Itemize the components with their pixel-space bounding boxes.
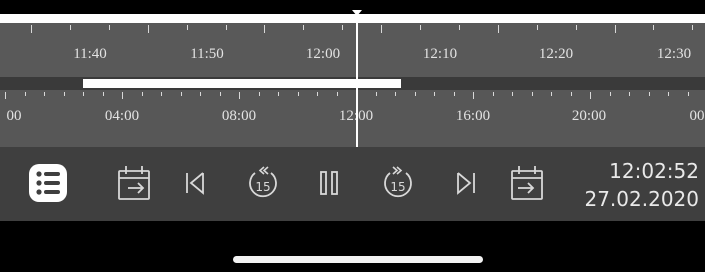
timeline-tick — [225, 25, 227, 30]
timeline-overview-label: 16:00 — [455, 108, 491, 124]
timeline-tick — [609, 92, 611, 96]
timeline-tick — [44, 92, 45, 96]
timeline-tick — [264, 25, 266, 33]
timeline-tick — [458, 25, 460, 30]
pause-button[interactable] — [312, 160, 346, 206]
timeline-tick — [692, 25, 694, 30]
select-end-date-button[interactable] — [505, 160, 549, 206]
timeline-overview-label: 00 — [689, 108, 705, 124]
timeline-tick — [108, 25, 110, 30]
rewind-15-icon: 15 — [245, 164, 281, 202]
forward-15-label: 15 — [390, 180, 405, 194]
playhead-marker[interactable] — [352, 10, 362, 16]
timeline-overview-label: 08:00 — [221, 108, 257, 124]
list-icon — [28, 163, 68, 203]
timeline-tick — [258, 92, 260, 96]
timeline-tick — [381, 25, 383, 33]
timeline-tick — [473, 92, 474, 99]
timeline-tick — [303, 25, 305, 30]
timeline-tick — [186, 25, 188, 30]
timeline-tick — [614, 25, 616, 33]
timeline-tick — [200, 92, 201, 96]
timeline-tick — [69, 25, 71, 30]
calendar-arrow-in-icon — [115, 163, 153, 203]
timeline-tick — [278, 92, 279, 96]
timeline-tick — [5, 92, 6, 99]
current-datetime: 12:02:52 27.02.2020 — [569, 157, 699, 213]
timeline-tick — [570, 92, 572, 96]
timeline-tick — [497, 25, 499, 33]
pause-icon — [317, 169, 341, 197]
timeline-detail-label: 11:40 — [73, 46, 107, 62]
timeline-tick — [453, 92, 455, 96]
timeline-tick — [342, 25, 344, 30]
home-indicator[interactable] — [233, 256, 483, 263]
skip-next-icon — [453, 169, 479, 197]
select-start-date-button[interactable] — [112, 160, 156, 206]
rewind-15-button[interactable]: 15 — [243, 160, 283, 206]
skip-previous-button[interactable] — [178, 160, 212, 206]
timeline-tick — [414, 92, 416, 96]
home-area — [0, 221, 705, 272]
timeline-tick — [420, 25, 421, 30]
timeline-overview-track[interactable]: 00 04:00 08:00 12:00 16:00 20:00 00 — [0, 90, 705, 147]
timeline-tick — [336, 92, 338, 96]
timeline-tick — [512, 92, 513, 96]
timeline-tick — [83, 92, 84, 96]
skip-previous-icon — [182, 169, 208, 197]
timeline-tick — [180, 92, 182, 96]
timeline-tick — [102, 92, 104, 96]
timeline-overview-label: 04:00 — [104, 108, 140, 124]
timeline-tick — [492, 92, 494, 96]
playhead[interactable] — [356, 14, 358, 148]
timeline-tick — [395, 92, 396, 96]
rewind-15-label: 15 — [255, 180, 270, 194]
timeline-tick — [648, 92, 650, 96]
timeline-tick — [434, 92, 435, 96]
timeline-tick — [668, 92, 669, 96]
timeline-detail-track[interactable]: 11:40 11:50 12:00 12:10 12:20 12:30 — [0, 23, 705, 77]
timeline-tick — [575, 25, 577, 30]
timeline-tick — [536, 25, 538, 30]
timeline-tick — [24, 92, 26, 96]
skip-next-button[interactable] — [449, 160, 483, 206]
timeline-tick — [63, 92, 65, 96]
timeline-overview-label: 00 — [6, 108, 22, 124]
timeline-tick — [122, 92, 123, 99]
forward-15-button[interactable]: 15 — [378, 160, 418, 206]
timeline-tick — [629, 92, 630, 96]
current-date: 27.02.2020 — [584, 187, 699, 211]
timeline-tick — [653, 25, 655, 30]
forward-15-icon: 15 — [380, 164, 416, 202]
timeline-tick — [297, 92, 299, 96]
timeline-detail-label: 12:30 — [656, 46, 692, 62]
timeline-tick — [147, 25, 149, 33]
calendar-arrow-out-icon — [508, 163, 546, 203]
timeline-overview-label: 20:00 — [571, 108, 607, 124]
timeline-tick — [317, 92, 318, 96]
timeline-tick — [141, 92, 143, 96]
timeline-tick — [687, 92, 689, 96]
timeline-detail-label: 12:10 — [422, 46, 458, 62]
timeline-tick — [551, 92, 552, 96]
timeline-detail-label: 11:50 — [190, 46, 224, 62]
timeline-tick — [239, 92, 240, 99]
current-time: 12:02:52 — [609, 159, 699, 183]
timeline-detail-label: 12:20 — [538, 46, 574, 62]
timeline-tick — [31, 25, 32, 33]
selected-range-bar[interactable] — [83, 79, 401, 88]
timeline-tick — [219, 92, 221, 96]
timeline-tick — [375, 92, 377, 96]
timeline-detail-label: 12:00 — [305, 46, 341, 62]
timeline-tick — [531, 92, 533, 96]
timeline-tick — [161, 92, 162, 96]
timeline-tick — [590, 92, 591, 99]
list-button[interactable] — [25, 160, 71, 206]
